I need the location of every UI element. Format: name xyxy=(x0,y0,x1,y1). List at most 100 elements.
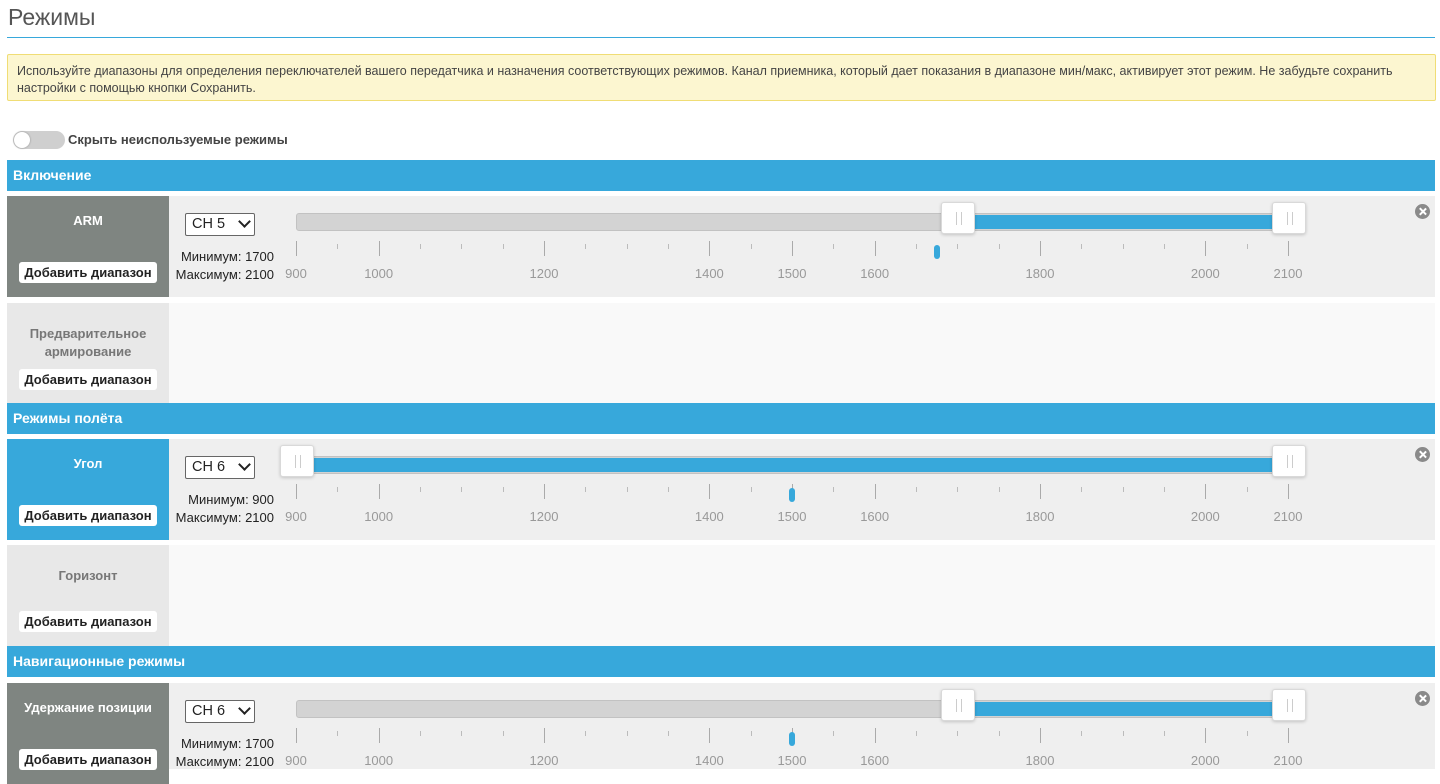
scale-tick xyxy=(668,731,669,736)
add-range-button[interactable]: Добавить диапазон xyxy=(19,369,157,390)
remove-range-icon[interactable] xyxy=(1415,447,1430,462)
scale-tick-label: 2000 xyxy=(1190,509,1220,524)
range-max-label: Максимум: 2100 xyxy=(175,267,274,282)
scale-tick xyxy=(833,487,835,492)
scale-tick xyxy=(833,244,835,249)
scale-tick xyxy=(585,244,587,249)
scale-tick xyxy=(626,244,628,249)
scale-tick xyxy=(544,241,545,256)
mode-name: Горизонт xyxy=(58,568,118,583)
grip-icon xyxy=(1287,212,1293,225)
grip-icon xyxy=(956,699,963,712)
scale-tick xyxy=(461,244,463,249)
scale-tick xyxy=(1081,244,1083,249)
scale-tick xyxy=(792,241,793,256)
scale-tick xyxy=(916,244,917,249)
scale-tick xyxy=(337,244,339,249)
scale-tick xyxy=(1288,728,1289,743)
scale-tick xyxy=(1122,244,1124,249)
scale-tick-label: 1800 xyxy=(1025,753,1055,768)
add-range-button[interactable]: Добавить диапазон xyxy=(19,505,157,526)
channel-select[interactable]: CH 5 xyxy=(185,213,255,236)
range-min-label: Минимум: 1700 xyxy=(180,736,274,751)
scale-tick xyxy=(998,731,1000,736)
range-min-handle[interactable] xyxy=(941,689,976,721)
grip-icon xyxy=(1287,455,1293,468)
scale-tick xyxy=(750,731,752,736)
scale-tick xyxy=(957,487,959,492)
mode-row: Удержание позиции Добавить диапазон CH 6 Ми… xyxy=(7,683,1435,784)
group-header: Включение xyxy=(7,160,1435,191)
scale-tick-label: 900 xyxy=(285,753,307,768)
scale-tick xyxy=(378,484,380,499)
scale-tick xyxy=(1246,244,1248,249)
range-max-handle[interactable] xyxy=(1272,689,1306,721)
remove-range-icon[interactable] xyxy=(1415,204,1430,219)
scale-tick xyxy=(1246,731,1248,736)
range-max-handle[interactable] xyxy=(1272,445,1306,477)
scale-tick xyxy=(1122,731,1124,736)
add-range-button[interactable]: Добавить диапазон xyxy=(19,611,157,632)
channel-select[interactable]: CH 6 xyxy=(185,700,255,723)
grip-icon xyxy=(1287,699,1293,712)
scale-tick-label: 1400 xyxy=(694,753,724,768)
range-slider-track[interactable] xyxy=(296,202,1306,234)
scale-tick xyxy=(916,731,917,736)
scale-tick-label: 1200 xyxy=(529,266,559,281)
scale-tick-label: 1000 xyxy=(364,266,394,281)
scale-tick xyxy=(957,244,959,249)
group-header: Навигационные режимы xyxy=(7,646,1435,677)
mode-name: Удержание позиции xyxy=(24,700,152,715)
range-slider-track[interactable] xyxy=(296,689,1306,721)
range-slider-track[interactable] xyxy=(280,445,1306,477)
scale-tick xyxy=(1205,484,1207,499)
mode-row: Горизонт Добавить диапазон xyxy=(7,545,1435,646)
scale-tick xyxy=(420,487,421,492)
scale-tick xyxy=(502,487,504,492)
scale-tick xyxy=(1040,241,1041,256)
scale-tick-label: 1200 xyxy=(529,753,559,768)
scale-tick-label: 1400 xyxy=(694,266,724,281)
chevron-down-icon xyxy=(238,702,251,715)
scale-tick-label: 1800 xyxy=(1025,509,1055,524)
channel-select[interactable]: CH 6 xyxy=(185,456,255,479)
scale-tick xyxy=(668,487,669,492)
hide-unused-toggle[interactable] xyxy=(13,131,65,149)
scale-tick-label: 900 xyxy=(285,266,307,281)
range-fill xyxy=(958,215,1289,229)
scale-tick xyxy=(1040,484,1041,499)
scale-tick xyxy=(750,244,752,249)
mode-row: ARM Добавить диапазон CH 5 Минимум: 1700 Мак… xyxy=(7,196,1435,297)
add-range-button[interactable]: Добавить диапазон xyxy=(19,262,157,283)
chevron-down-icon xyxy=(238,215,251,228)
scale-tick-label: 1400 xyxy=(694,509,724,524)
channel-position-marker xyxy=(789,488,795,502)
mode-name: Угол xyxy=(73,456,103,471)
scale-tick-label: 1600 xyxy=(860,266,890,281)
scale-tick xyxy=(1288,484,1289,499)
scale-tick xyxy=(874,241,876,256)
range-editor: CH 6 Минимум: 900 Максимум: 2100 900 1000 120… xyxy=(169,439,1435,540)
scale-tick xyxy=(833,731,835,736)
range-fill xyxy=(958,702,1289,716)
scale-tick xyxy=(916,487,917,492)
scale-tick xyxy=(709,484,711,499)
scale-tick-label: 1500 xyxy=(777,266,807,281)
scale-tick-label: 2000 xyxy=(1190,753,1220,768)
range-min-handle[interactable] xyxy=(280,445,314,477)
scale-tick-label: 1000 xyxy=(364,753,394,768)
scale-tick-label: 1500 xyxy=(777,753,807,768)
remove-range-icon[interactable] xyxy=(1415,691,1430,706)
scale-tick xyxy=(337,731,339,736)
range-min-handle[interactable] xyxy=(941,202,976,234)
scale-tick xyxy=(461,487,463,492)
scale-tick xyxy=(709,241,711,256)
scale-tick xyxy=(1122,487,1124,492)
scale-tick xyxy=(709,728,711,743)
range-max-handle[interactable] xyxy=(1272,202,1306,234)
add-range-button[interactable]: Добавить диапазон xyxy=(19,749,157,770)
scale-tick xyxy=(420,244,421,249)
scale-tick-label: 1500 xyxy=(777,509,807,524)
scale-tick-label: 1600 xyxy=(860,509,890,524)
scale-tick xyxy=(461,731,463,736)
